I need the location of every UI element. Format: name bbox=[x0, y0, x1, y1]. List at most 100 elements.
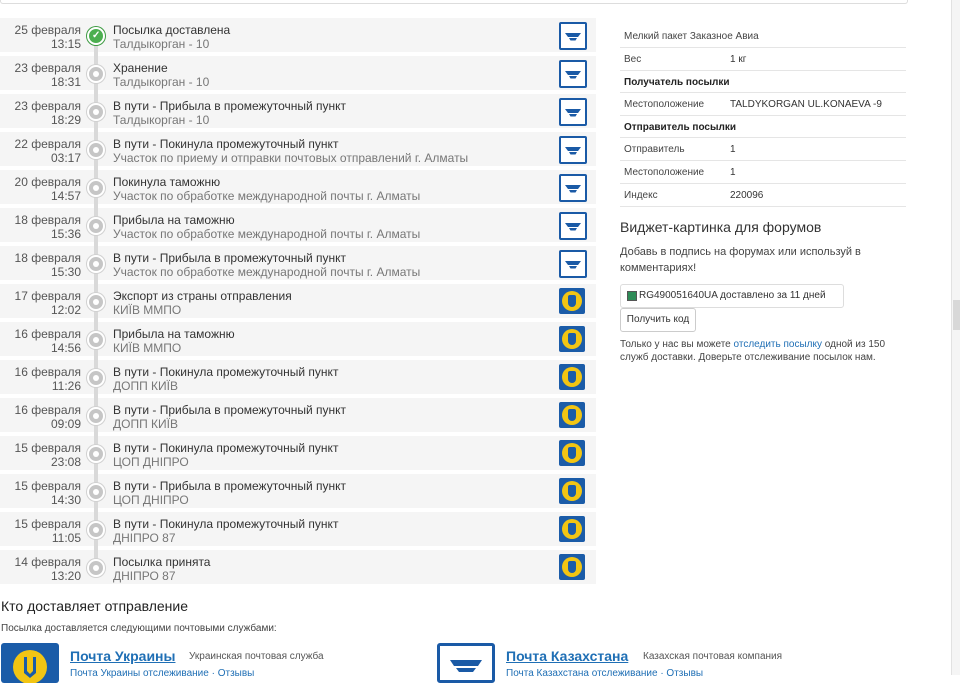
event-datetime: 16 февраля 11:26 bbox=[1, 365, 81, 393]
event-time: 13:15 bbox=[50, 37, 81, 51]
ukrposhta-icon bbox=[559, 288, 585, 314]
timeline-event: 16 февраля 11:26 В пути - Покинула промежу… bbox=[0, 360, 596, 398]
event-location: ДНІПРО 87 bbox=[113, 531, 176, 545]
timeline-dot-icon bbox=[87, 483, 105, 501]
timeline-event: 15 февраля 23:08 В пути - Покинула промежу… bbox=[0, 436, 596, 474]
event-time: 14:56 bbox=[50, 341, 81, 355]
kazakhstan-carrier-links[interactable]: Почта Казахстана отслеживание · Отзывы bbox=[506, 668, 703, 679]
event-time: 11:26 bbox=[51, 379, 81, 393]
event-time: 03:17 bbox=[50, 151, 81, 165]
tracking-note: Только у нас вы можете отследить посылку… bbox=[620, 338, 900, 364]
timeline-dot-icon bbox=[87, 217, 105, 235]
top-panel-edge bbox=[0, 0, 908, 4]
kazakhstan-carrier-name[interactable]: Почта Казахстана bbox=[506, 648, 628, 664]
event-date: 20 февраля bbox=[14, 175, 81, 189]
timeline-event: 15 февраля 14:30 В пути - Прибыла в промеж… bbox=[0, 474, 596, 512]
widget-title: Виджет-картинка для форумов bbox=[620, 219, 822, 235]
widget-image-icon bbox=[627, 291, 637, 301]
ukrposhta-icon bbox=[559, 516, 585, 542]
event-location: Участок по обработке международной почты… bbox=[113, 189, 421, 203]
weight-label: Вес bbox=[624, 54, 642, 65]
ukrposhta-logo-icon bbox=[1, 643, 59, 684]
event-time: 18:29 bbox=[50, 113, 81, 127]
ukrposhta-icon bbox=[559, 326, 585, 352]
event-location: Участок по обработке международной почты… bbox=[113, 227, 421, 241]
ukraine-carrier-links[interactable]: Почта Украины отслеживание · Отзывы bbox=[70, 668, 254, 679]
timeline-event: 23 февраля 18:29 В пути - Прибыла в промеж… bbox=[0, 94, 596, 132]
event-status: В пути - Прибыла в промежуточный пункт bbox=[113, 251, 347, 265]
timeline-event: 20 февраля 14:57 Покинула таможню Участок п… bbox=[0, 170, 596, 208]
kazpost-icon bbox=[559, 136, 587, 164]
event-time: 18:31 bbox=[50, 75, 81, 89]
event-status: В пути - Покинула промежуточный пункт bbox=[113, 365, 339, 379]
sender-label: Отправитель bbox=[624, 144, 685, 155]
timeline-event: 18 февраля 15:30 В пути - Прибыла в промеж… bbox=[0, 246, 596, 284]
event-status: В пути - Покинула промежуточный пункт bbox=[113, 441, 339, 455]
timeline-dot-icon bbox=[87, 407, 105, 425]
widget-description: Добавь в подпись на форумах или использу… bbox=[620, 246, 861, 274]
event-time: 14:30 bbox=[50, 493, 81, 507]
recipient-header: Получатель посылки bbox=[620, 71, 906, 93]
kazpost-logo-icon bbox=[437, 643, 495, 683]
widget-preview[interactable]: RG490051640UA доставлено за 11 дней bbox=[620, 284, 844, 308]
event-location: КИЇВ ММПО bbox=[113, 303, 182, 317]
event-date: 14 февраля bbox=[14, 555, 81, 569]
event-location: ДОПП КИЇВ bbox=[113, 417, 178, 431]
event-date: 18 февраля bbox=[14, 213, 81, 227]
event-datetime: 14 февраля 13:20 bbox=[1, 555, 81, 583]
event-location: ЦОП ДНІПРО bbox=[113, 493, 189, 507]
event-location: Талдыкорган - 10 bbox=[113, 113, 210, 127]
timeline-event: 14 февраля 13:20 Посылка принята ДНІПРО 87 bbox=[0, 550, 596, 584]
scrollbar[interactable] bbox=[951, 0, 960, 675]
carrier-ukraine: Почта Украины Украинская почтовая служба… bbox=[1, 643, 421, 684]
ukraine-carrier-desc: Украинская почтовая служба bbox=[189, 651, 324, 662]
event-datetime: 17 февраля 12:02 bbox=[1, 289, 81, 317]
event-time: 12:02 bbox=[50, 303, 81, 317]
event-location: ЦОП ДНІПРО bbox=[113, 455, 189, 469]
event-time: 23:08 bbox=[50, 455, 81, 469]
sender-location-row: Местоположение 1 bbox=[620, 161, 906, 184]
event-date: 15 февраля bbox=[14, 441, 81, 455]
ukrposhta-icon bbox=[559, 402, 585, 428]
get-code-button[interactable]: Получить код bbox=[620, 308, 696, 332]
event-date: 16 февраля bbox=[14, 327, 81, 341]
index-label: Индекс bbox=[624, 190, 658, 201]
package-info-table: Мелкий пакет Заказное Авиа Вес 1 кг Полу… bbox=[620, 25, 906, 207]
timeline-event: 23 февраля 18:31 Хранение Талдыкорган - 10 bbox=[0, 56, 596, 94]
event-datetime: 20 февраля 14:57 bbox=[1, 175, 81, 203]
event-status: В пути - Покинула промежуточный пункт bbox=[113, 137, 339, 151]
event-time: 13:20 bbox=[50, 569, 81, 583]
timeline-dot-icon bbox=[87, 179, 105, 197]
timeline-event: 22 февраля 03:17 В пути - Покинула промежу… bbox=[0, 132, 596, 170]
check-icon: ✓ bbox=[87, 27, 105, 45]
ukraine-carrier-name[interactable]: Почта Украины bbox=[70, 648, 175, 664]
event-status: Экспорт из страны отправления bbox=[113, 289, 292, 303]
timeline-dot-icon bbox=[87, 559, 105, 577]
index-row: Индекс 220096 bbox=[620, 184, 906, 207]
event-date: 22 февраля bbox=[14, 137, 81, 151]
timeline-event: 15 февраля 11:05 В пути - Покинула промежу… bbox=[0, 512, 596, 550]
kazpost-icon bbox=[559, 250, 587, 278]
event-date: 15 февраля bbox=[14, 517, 81, 531]
scrollbar-thumb[interactable] bbox=[953, 300, 960, 330]
timeline-event: 25 февраля 13:15 ✓ Посылка доставлена Талдык… bbox=[0, 18, 596, 56]
ukrposhta-icon bbox=[559, 440, 585, 466]
event-datetime: 23 февраля 18:31 bbox=[1, 61, 81, 89]
ukrposhta-icon bbox=[559, 554, 585, 580]
event-location: Талдыкорган - 10 bbox=[113, 75, 210, 89]
package-type: Мелкий пакет Заказное Авиа bbox=[624, 31, 759, 42]
event-time: 15:36 bbox=[50, 227, 81, 241]
event-location: ДНІПРО 87 bbox=[113, 569, 176, 583]
event-status: В пути - Прибыла в промежуточный пункт bbox=[113, 403, 347, 417]
timeline-event: 16 февраля 09:09 В пути - Прибыла в промеж… bbox=[0, 398, 596, 436]
event-date: 15 февраля bbox=[14, 479, 81, 493]
carriers-title: Кто доставляет отправление bbox=[1, 598, 189, 614]
event-time: 09:09 bbox=[50, 417, 81, 431]
timeline-dot-icon bbox=[87, 141, 105, 159]
timeline-event: 18 февраля 15:36 Прибыла на таможню Участок… bbox=[0, 208, 596, 246]
track-parcel-link[interactable]: отследить посылку bbox=[734, 339, 822, 350]
event-location: КИЇВ ММПО bbox=[113, 341, 182, 355]
ukrposhta-icon bbox=[559, 364, 585, 390]
sender-row: Отправитель 1 bbox=[620, 138, 906, 161]
event-datetime: 22 февраля 03:17 bbox=[1, 137, 81, 165]
